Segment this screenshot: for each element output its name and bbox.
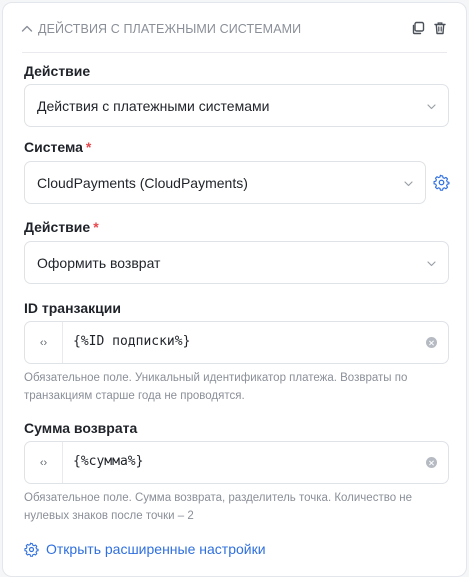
system-label: Система *	[24, 139, 91, 155]
header-divider	[22, 52, 447, 53]
action-select[interactable]: Оформить возврат	[24, 241, 449, 284]
payment-action-card: ДЕЙСТВИЯ С ПЛАТЕЖНЫМИ СИСТЕМАМИ Действие…	[2, 2, 467, 577]
action-main-value: Действия с платежными системами	[37, 98, 270, 114]
card-header: ДЕЙСТВИЯ С ПЛАТЕЖНЫМИ СИСТЕМАМИ	[3, 3, 466, 53]
chevron-down-icon	[427, 104, 436, 110]
code-brackets-icon[interactable]: ‹›	[25, 322, 63, 363]
system-settings-gear-icon[interactable]	[433, 174, 450, 191]
refund-amount-value: {%сумма%}	[73, 454, 144, 469]
chevron-down-icon	[427, 261, 436, 267]
action-label-text: Действие	[24, 219, 91, 235]
action-main-select[interactable]: Действия с платежными системами	[24, 84, 449, 127]
system-value: CloudPayments (CloudPayments)	[37, 175, 248, 191]
transaction-id-field[interactable]: ‹› {%ID подписки%}	[24, 321, 449, 364]
action-label: Действие *	[24, 219, 99, 235]
refund-amount-hint: Обязательное поле. Сумма возврата, разде…	[24, 492, 413, 522]
clear-icon[interactable]	[426, 337, 437, 348]
advanced-settings-label: Открыть расширенные настройки	[46, 541, 266, 557]
action-main-label: Действие	[24, 63, 90, 79]
open-advanced-settings-link[interactable]: Открыть расширенные настройки	[24, 539, 266, 559]
refund-amount-label: Сумма возврата	[24, 420, 137, 436]
transaction-id-value: {%ID подписки%}	[73, 334, 191, 349]
clear-icon[interactable]	[426, 457, 437, 468]
required-mark: *	[85, 139, 92, 155]
trash-icon[interactable]	[432, 20, 448, 36]
transaction-id-label-text: ID транзакции	[24, 300, 121, 316]
refund-amount-label-text: Сумма возврата	[24, 420, 138, 436]
chevron-down-icon	[404, 181, 413, 187]
refund-amount-field[interactable]: ‹› {%сумма%}	[24, 441, 449, 484]
code-brackets-icon[interactable]: ‹›	[25, 442, 63, 483]
gear-icon	[24, 542, 39, 557]
copy-icon[interactable]	[410, 20, 426, 36]
action-value: Оформить возврат	[37, 255, 161, 271]
action-main-label-text: Действие	[24, 63, 91, 79]
block-title: ДЕЙСТВИЯ С ПЛАТЕЖНЫМИ СИСТЕМАМИ	[38, 22, 302, 36]
transaction-id-hint: Обязательное поле. Уникальный идентифика…	[24, 372, 408, 402]
chevron-up-icon[interactable]	[20, 22, 34, 36]
system-select[interactable]: CloudPayments (CloudPayments)	[24, 161, 426, 204]
required-mark: *	[93, 219, 99, 235]
transaction-id-label: ID транзакции	[24, 300, 121, 316]
system-label-text: Система	[24, 139, 83, 155]
